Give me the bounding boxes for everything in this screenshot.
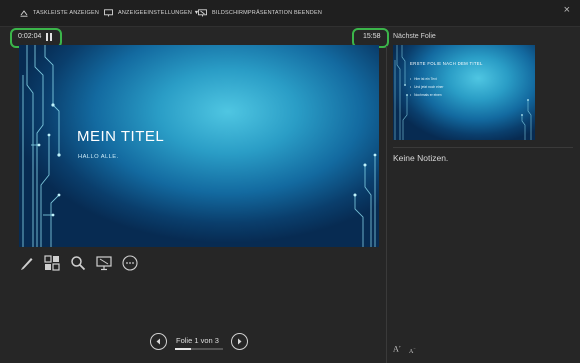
taskbar-icon <box>20 10 28 17</box>
next-slide-bullet: Nochmals er einen <box>410 91 443 99</box>
previous-slide-button[interactable] <box>150 333 167 350</box>
end-show-icon <box>198 9 207 17</box>
display-settings-icon <box>104 9 113 17</box>
current-time: 15:58 <box>363 33 381 40</box>
display-settings-label: ANZEIGEEINSTELLUNGEN ▼ <box>118 10 200 16</box>
slide-subtitle: HALLO ALLE. <box>78 154 119 160</box>
next-slide-bullet: Hier ist ein Text <box>410 75 443 83</box>
circuit-decoration <box>22 45 377 247</box>
end-show-label: BILDSCHIRMPRÄSENTATION BEENDEN <box>212 10 323 16</box>
next-slide-title: ERSTE FOLIE NACH DEM TITEL <box>410 61 483 66</box>
screen-icon[interactable] <box>96 255 112 271</box>
slide-counter: Folie 1 von 3 <box>176 336 219 345</box>
more-options-icon[interactable] <box>122 255 138 271</box>
slide-progress-fill <box>175 348 191 350</box>
next-slide-bullets: Hier ist ein Text Und jetzt noch einer N… <box>410 75 443 99</box>
display-settings-button[interactable]: ANZEIGEEINSTELLUNGEN ▼ <box>104 6 199 20</box>
close-window-button[interactable]: × <box>564 5 570 16</box>
show-taskbar-label: TASKLEISTE ANZEIGEN <box>33 10 100 16</box>
next-slide-label: Nächste Folie <box>393 33 436 40</box>
elapsed-timer: 0:02:04 <box>18 33 42 40</box>
next-slide-preview[interactable]: ERSTE FOLIE NACH DEM TITEL Hier ist ein … <box>393 45 535 140</box>
speaker-notes: Keine Notizen. <box>393 153 449 163</box>
next-arrow-icon <box>238 338 242 345</box>
increase-font-button[interactable]: A+ <box>393 344 401 354</box>
slide-title: MEIN TITEL <box>77 128 165 145</box>
current-slide-preview[interactable]: MEIN TITEL HALLO ALLE. <box>19 45 379 247</box>
zoom-icon[interactable] <box>70 255 86 271</box>
next-slide-bullet: Und jetzt noch einer <box>410 83 443 91</box>
end-show-button[interactable]: BILDSCHIRMPRÄSENTATION BEENDEN <box>198 6 322 20</box>
next-slide-button[interactable] <box>231 333 248 350</box>
show-taskbar-button[interactable]: TASKLEISTE ANZEIGEN <box>20 6 99 20</box>
decrease-font-button[interactable]: A− <box>409 346 416 355</box>
panel-divider <box>386 46 387 363</box>
prev-arrow-icon <box>156 338 160 345</box>
notes-separator <box>393 147 573 148</box>
pause-icon[interactable] <box>46 33 53 41</box>
slide-grid-icon[interactable] <box>44 255 60 271</box>
pen-icon[interactable] <box>19 255 35 271</box>
